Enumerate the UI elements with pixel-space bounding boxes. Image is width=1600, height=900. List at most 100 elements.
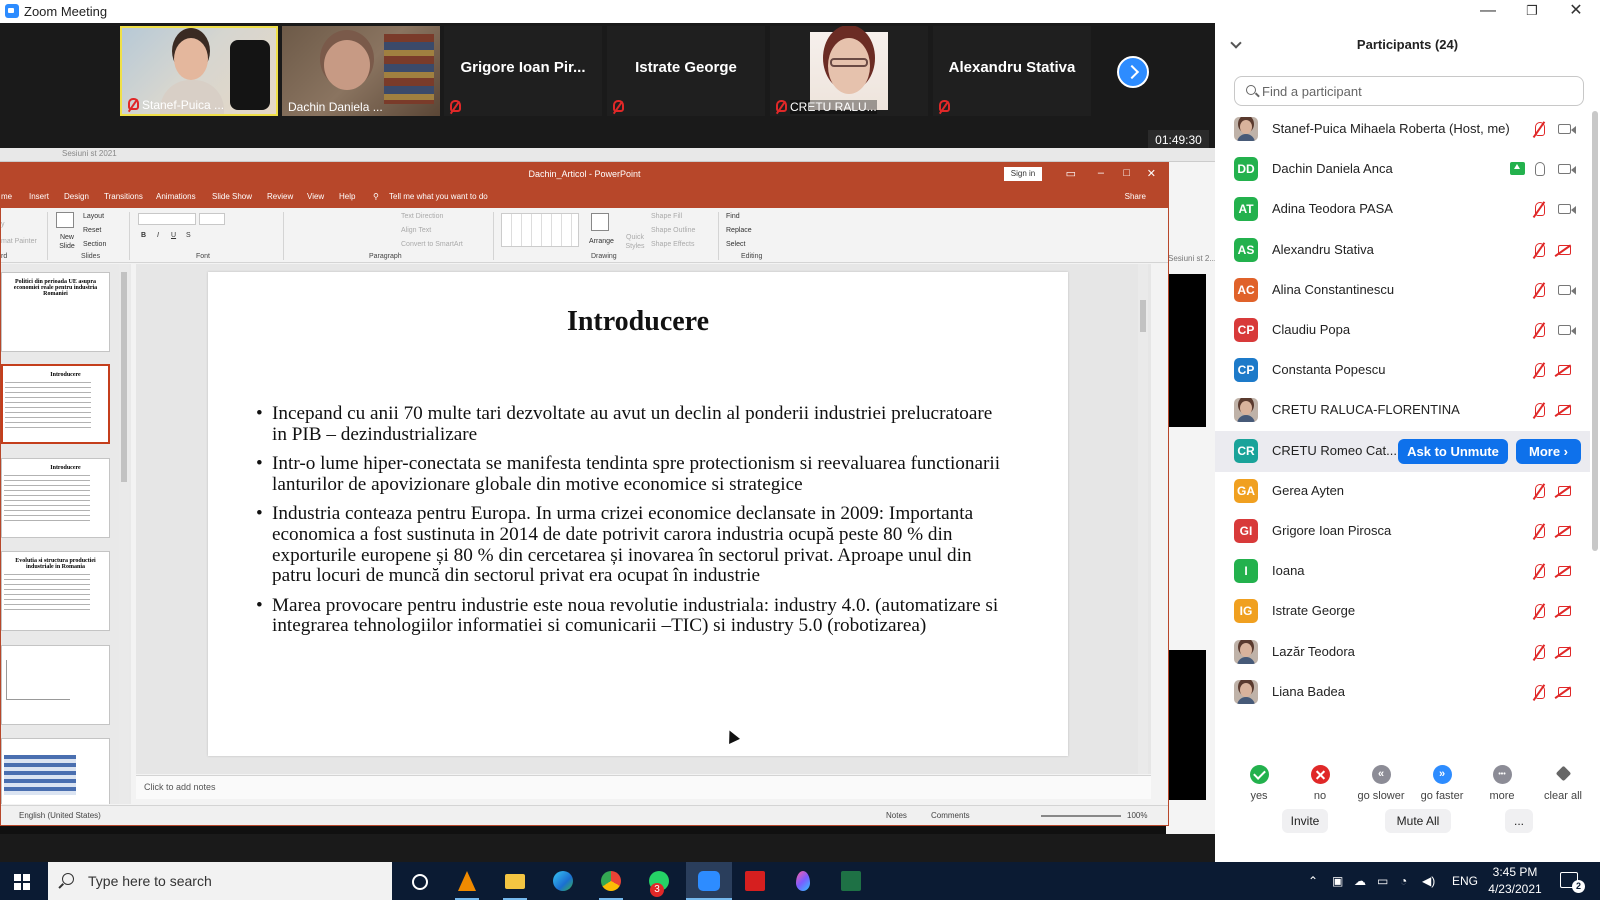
participant-row[interactable]: CRETU RALUCA-FLORENTINA <box>1215 390 1590 431</box>
overflow-button[interactable]: ... <box>1505 809 1533 833</box>
taskbar-search[interactable]: Type here to search <box>48 862 392 900</box>
shapes-gallery[interactable] <box>501 213 579 247</box>
slide-canvas[interactable]: Introducere Incepand cu anii 70 multe ta… <box>208 272 1068 756</box>
underline-icon[interactable]: U <box>171 232 176 239</box>
font-name-field[interactable] <box>138 213 196 225</box>
ppt-maximize-icon[interactable]: □ <box>1123 167 1130 179</box>
muted-mic-icon[interactable] <box>1535 363 1545 378</box>
slide-thumbnail[interactable] <box>1 738 110 804</box>
notes-pane[interactable]: Click to add notes <box>136 775 1151 799</box>
participant-row[interactable]: AT Adina Teodora PASA <box>1215 189 1590 230</box>
minimize-button[interactable]: — <box>1466 0 1510 23</box>
muted-mic-icon[interactable] <box>1535 202 1545 217</box>
muted-mic-icon[interactable] <box>1535 524 1545 538</box>
participant-row[interactable]: IG Istrate George <box>1215 591 1590 632</box>
text-direction-button[interactable]: Text Direction <box>401 213 443 220</box>
onedrive-icon[interactable]: ☁ <box>1354 874 1366 888</box>
convert-smartart-button[interactable]: Convert to SmartArt <box>401 241 463 248</box>
video-camera-icon[interactable] <box>1558 164 1576 175</box>
feedback-go-faster-button[interactable]: » go faster <box>1412 765 1472 802</box>
mic-icon[interactable] <box>1535 162 1545 177</box>
tab-transitions[interactable]: Transitions <box>104 192 143 201</box>
share-button[interactable]: Share <box>1125 192 1146 201</box>
font-size-field[interactable] <box>199 213 225 225</box>
video-off-icon[interactable] <box>1558 526 1571 536</box>
ribbon-display-icon[interactable]: ▭ <box>1066 167 1076 180</box>
restore-button[interactable]: ❐ <box>1510 0 1554 23</box>
muted-mic-icon[interactable] <box>1535 483 1545 498</box>
participant-search[interactable] <box>1234 76 1584 106</box>
paint-3d-icon[interactable] <box>791 869 815 893</box>
slide-thumbnail-selected[interactable]: Introducere <box>1 364 110 444</box>
arrange-button[interactable]: Arrange <box>589 238 614 245</box>
video-off-icon[interactable] <box>1558 244 1571 255</box>
vlc-icon[interactable] <box>455 869 479 893</box>
video-tile-dachin[interactable]: Dachin Daniela ... <box>282 26 440 116</box>
sign-in-button[interactable]: Sign in <box>1004 167 1042 181</box>
slide-scrollbar[interactable] <box>1138 264 1148 774</box>
muted-mic-icon[interactable] <box>1535 684 1545 699</box>
shape-fill-button[interactable]: Shape Fill <box>651 213 682 220</box>
feedback-go-slower-button[interactable]: « go slower <box>1351 765 1411 802</box>
shape-effects-button[interactable]: Shape Effects <box>651 241 694 248</box>
video-off-icon[interactable] <box>1558 405 1571 416</box>
tab-animations[interactable]: Animations <box>156 192 196 201</box>
participant-list-scrollbar[interactable] <box>1592 111 1598 651</box>
video-tile-alexandru[interactable]: Alexandru Stativa <box>933 26 1091 116</box>
participant-row[interactable]: CR CRETU Romeo Cat... Ask to Unmute More › <box>1215 430 1590 472</box>
battery-icon[interactable]: ▭ <box>1377 874 1388 888</box>
muted-mic-icon[interactable] <box>1535 403 1545 418</box>
feedback-more-button[interactable]: ••• more <box>1472 765 1532 802</box>
participant-search-input[interactable] <box>1262 82 1572 100</box>
video-camera-icon[interactable] <box>1558 325 1576 335</box>
mute-all-button[interactable]: Mute All <box>1385 809 1451 833</box>
shape-outline-button[interactable]: Shape Outline <box>651 227 695 234</box>
ppt-close-icon[interactable]: ✕ <box>1147 167 1156 180</box>
tab-home[interactable]: me <box>1 192 12 201</box>
strikethrough-icon[interactable]: S <box>186 232 191 239</box>
language-indicator[interactable]: ENG <box>1452 874 1478 888</box>
video-tile-istrate[interactable]: Istrate George <box>607 26 765 116</box>
muted-mic-icon[interactable] <box>1535 122 1545 136</box>
muted-mic-icon[interactable] <box>1535 282 1545 297</box>
muted-mic-icon[interactable] <box>1535 323 1545 337</box>
invite-button[interactable]: Invite <box>1282 809 1328 833</box>
feedback-yes-button[interactable]: yes <box>1229 765 1289 802</box>
format-painter-button[interactable]: mat Painter <box>1 238 37 245</box>
feedback-no-button[interactable]: no <box>1290 765 1350 802</box>
slide-thumbnail[interactable]: Politici din perioada UE asupra economie… <box>1 272 110 352</box>
comments-toggle[interactable]: Comments <box>931 811 970 820</box>
tab-review[interactable]: Review <box>267 192 293 201</box>
zoom-taskbar-icon[interactable] <box>686 862 732 900</box>
ppt-minimize-icon[interactable]: – <box>1098 167 1104 179</box>
file-explorer-icon[interactable] <box>503 869 527 893</box>
participant-row[interactable]: Stanef-Puica Mihaela Roberta (Host, me) <box>1215 109 1590 150</box>
slide-thumbnail[interactable]: Evolutia si structura productiei industr… <box>1 551 110 631</box>
participant-row[interactable]: CP Constanta Popescu <box>1215 350 1590 391</box>
more-button[interactable]: More › <box>1516 438 1581 464</box>
participant-row[interactable]: CP Claudiu Popa <box>1215 310 1590 351</box>
acrobat-icon[interactable] <box>743 869 767 893</box>
slide-thumbnail[interactable] <box>1 645 110 725</box>
select-button[interactable]: Select <box>726 241 745 248</box>
close-button[interactable]: ✕ <box>1554 0 1598 23</box>
muted-mic-icon[interactable] <box>1535 242 1545 257</box>
video-camera-icon[interactable] <box>1558 124 1576 134</box>
participant-row[interactable]: GA Gerea Ayten <box>1215 471 1590 512</box>
tray-chevron-icon[interactable]: ⌃ <box>1308 874 1318 888</box>
participant-row[interactable]: DD Dachin Daniela Anca <box>1215 149 1590 190</box>
edge-icon[interactable] <box>551 869 575 893</box>
muted-mic-icon[interactable] <box>1535 564 1545 579</box>
replace-button[interactable]: Replace <box>726 227 752 234</box>
meet-now-icon[interactable]: ▣ <box>1332 874 1343 888</box>
video-off-icon[interactable] <box>1558 686 1571 697</box>
volume-icon[interactable]: ◀) <box>1422 874 1435 888</box>
task-view-icon[interactable] <box>407 869 431 893</box>
tab-insert[interactable]: Insert <box>29 192 49 201</box>
video-off-icon[interactable] <box>1558 365 1571 376</box>
video-off-icon[interactable] <box>1558 485 1571 496</box>
video-off-icon[interactable] <box>1558 566 1571 577</box>
tab-help[interactable]: Help <box>339 192 355 201</box>
video-tile-grigore[interactable]: Grigore Ioan Pir... <box>444 26 602 116</box>
video-tile-stanef[interactable]: Stanef-Puica ... <box>120 26 278 116</box>
